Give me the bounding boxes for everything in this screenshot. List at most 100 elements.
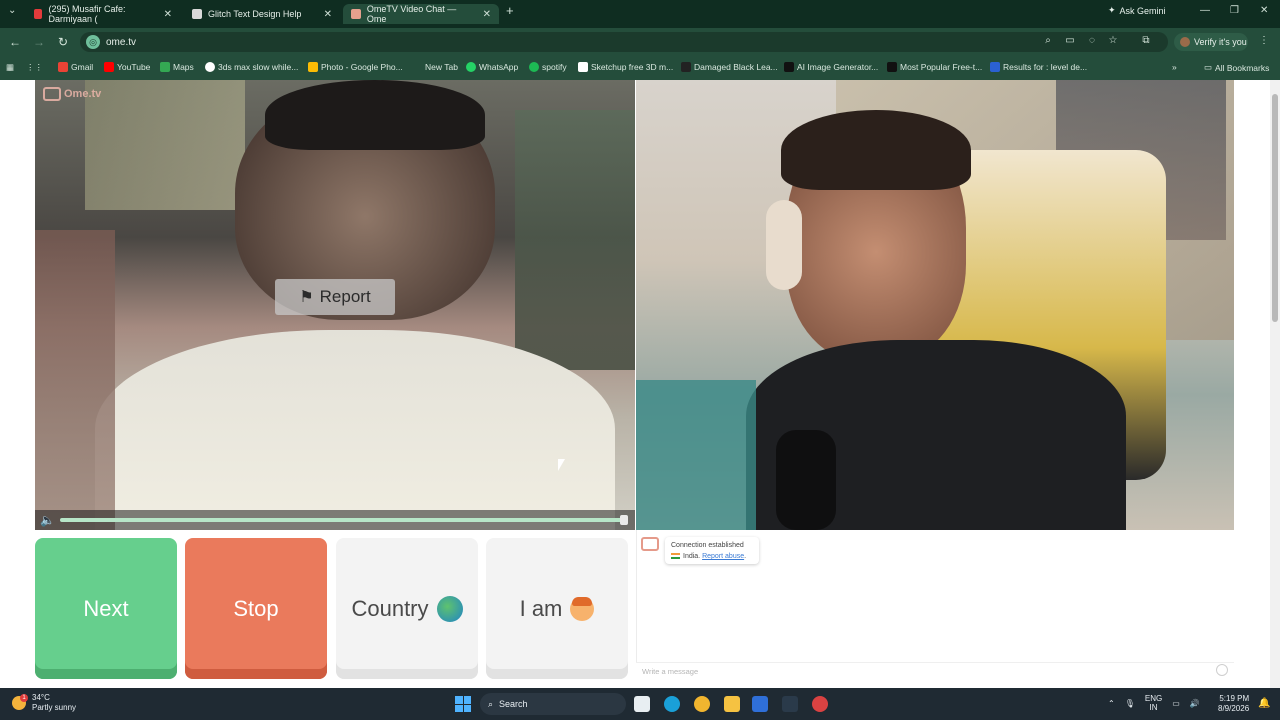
bookmark-gmail[interactable]: Gmail: [58, 62, 93, 72]
sketchup-icon: [578, 62, 588, 72]
new-tab-icon[interactable]: +: [506, 3, 514, 18]
ask-gemini-label: Ask Gemini: [1119, 5, 1166, 16]
apps-icon[interactable]: ▦: [6, 62, 14, 73]
chevron-up-icon[interactable]: ⌃: [1108, 699, 1115, 708]
site-info-icon[interactable]: ◎: [86, 35, 100, 49]
bookmark-popular[interactable]: Most Popular Free-t...: [887, 62, 982, 72]
network-icon[interactable]: ▭: [1172, 699, 1180, 708]
grid-icon[interactable]: ⋮⋮: [26, 62, 43, 73]
report-label: Report: [319, 287, 371, 306]
next-label: Next: [83, 595, 129, 621]
chrome-icon[interactable]: [694, 696, 710, 712]
bookmarks-bar: ▦ ⋮⋮ Gmail YouTube Maps 3ds max slow whi…: [0, 56, 1280, 80]
boy-emoji-icon: [570, 596, 595, 621]
fabric-shape: [35, 230, 115, 530]
edge-icon[interactable]: [664, 696, 680, 712]
photos-icon: [308, 62, 318, 72]
country-label: Country: [351, 595, 429, 621]
bookmark-results[interactable]: Results for : level de...: [990, 62, 1087, 72]
store-icon[interactable]: [752, 696, 768, 712]
more-bookmarks-icon[interactable]: »: [1172, 62, 1177, 72]
notification-badge: 1: [20, 694, 28, 702]
bookmark-sketchup[interactable]: Sketchup free 3D m...: [578, 62, 673, 72]
emoji-icon[interactable]: [1216, 664, 1228, 676]
clock[interactable]: 5:19 PM 8/9/2026: [1218, 694, 1249, 714]
bookmark-maps[interactable]: Maps: [160, 62, 194, 72]
bookmark-damaged[interactable]: Damaged Black Lea...: [681, 62, 778, 72]
youtube-favicon-icon: [34, 9, 43, 19]
tab-title: OmeTV Video Chat — Ome: [366, 4, 457, 24]
bookmark-photos[interactable]: Photo - Google Pho...: [308, 62, 403, 72]
eye-slash-icon[interactable]: ◌: [1086, 35, 1098, 47]
extensions-icon[interactable]: ⧉: [1140, 35, 1152, 47]
language-indicator[interactable]: ENG IN: [1145, 694, 1162, 712]
search-label: Search: [499, 699, 528, 709]
next-button[interactable]: Next: [35, 538, 177, 679]
tab-title: Glitch Text Design Help: [208, 9, 302, 19]
cast-icon[interactable]: ▭: [1064, 35, 1076, 47]
folder-icon: ▭: [1204, 62, 1213, 72]
avatar: [1180, 37, 1190, 47]
all-bookmarks[interactable]: ▭ All Bookmarks: [1204, 62, 1269, 73]
bookmark-youtube[interactable]: YouTube: [104, 62, 150, 72]
system-tray: ⌃ 🎙 ENG IN ▭ 🔊: [1108, 694, 1200, 712]
speaker-icon[interactable]: 🔊: [1190, 699, 1200, 708]
tab-ometv[interactable]: OmeTV Video Chat — Ome ✕: [343, 4, 499, 24]
reload-icon[interactable]: ↻: [56, 35, 70, 49]
task-view-icon[interactable]: [634, 696, 650, 712]
bookmark-label: 3ds max slow while...: [218, 62, 299, 72]
weather-widget[interactable]: 1 34°C Partly sunny: [12, 693, 76, 713]
app-icon[interactable]: [782, 696, 798, 712]
logo-text: Ome.tv: [64, 88, 102, 100]
file-explorer-icon[interactable]: [724, 696, 740, 712]
scrollbar-thumb[interactable]: [1272, 94, 1278, 322]
close-tab-icon[interactable]: ✕: [324, 9, 332, 20]
close-window-icon[interactable]: ✕: [1260, 5, 1268, 16]
minimize-icon[interactable]: —: [1200, 5, 1210, 16]
close-tab-icon[interactable]: ✕: [483, 9, 491, 20]
mic-icon[interactable]: 🎙: [1125, 699, 1135, 708]
bookmark-newtab[interactable]: New Tab: [425, 62, 458, 72]
taskbar-search[interactable]: ⌕ Search: [480, 693, 626, 715]
volume-icon[interactable]: 🔈: [40, 513, 55, 527]
profile-button[interactable]: Verify it's you: [1174, 33, 1248, 51]
weather-sun-icon: 1: [12, 694, 28, 710]
restore-icon[interactable]: ❐: [1230, 5, 1239, 16]
bookmark-whatsapp[interactable]: WhatsApp: [466, 62, 518, 72]
message-input[interactable]: Write a message: [636, 662, 1234, 680]
system-message: Connection established India. Report abu…: [665, 537, 759, 564]
back-icon[interactable]: ←: [8, 35, 22, 49]
bookmark-3dsmax[interactable]: 3ds max slow while...: [205, 62, 298, 72]
connection-status: Connection established: [671, 542, 744, 549]
bookmark-star-icon[interactable]: ☆: [1107, 35, 1119, 47]
shelf-shape: [515, 110, 635, 370]
report-abuse-link[interactable]: Report abuse: [702, 553, 744, 560]
results-icon: [990, 62, 1000, 72]
forward-icon[interactable]: →: [32, 35, 46, 49]
close-tab-icon[interactable]: ✕: [164, 9, 172, 20]
stop-button[interactable]: Stop: [185, 538, 327, 679]
volume-slider[interactable]: [60, 518, 626, 522]
hair-shape: [265, 80, 485, 150]
ask-gemini-button[interactable]: ✦ Ask Gemini: [1108, 5, 1166, 16]
tab-search-icon[interactable]: ⌄: [8, 5, 16, 16]
menu-dots-icon[interactable]: ⋮: [1258, 35, 1270, 47]
bookmark-label: AI Image Generator...: [797, 62, 879, 72]
address-bar[interactable]: ◎ ome.tv: [80, 32, 1168, 52]
recorder-icon[interactable]: [812, 696, 828, 712]
tab-glitch[interactable]: Glitch Text Design Help ✕: [184, 4, 340, 24]
volume-slider-handle[interactable]: [620, 515, 628, 525]
bookmark-label: spotify: [542, 62, 567, 72]
bookmark-spotify[interactable]: spotify: [529, 62, 567, 72]
zoom-icon[interactable]: ⌕: [1042, 35, 1054, 47]
tab-youtube[interactable]: (295) Musafir Cafe: Darmiyaan ( ✕: [26, 4, 180, 24]
report-button[interactable]: ⚑ Report: [275, 279, 395, 315]
gender-button[interactable]: I am: [486, 538, 628, 679]
lang-line1: ENG: [1144, 694, 1163, 703]
bookmark-ai-image[interactable]: AI Image Generator...: [784, 62, 878, 72]
bookmark-label: YouTube: [117, 62, 151, 72]
weather-temp: 34°C: [32, 693, 50, 702]
notification-bell-icon[interactable]: 🔔: [1258, 698, 1270, 709]
start-icon[interactable]: [455, 696, 471, 712]
country-button[interactable]: Country: [336, 538, 478, 679]
